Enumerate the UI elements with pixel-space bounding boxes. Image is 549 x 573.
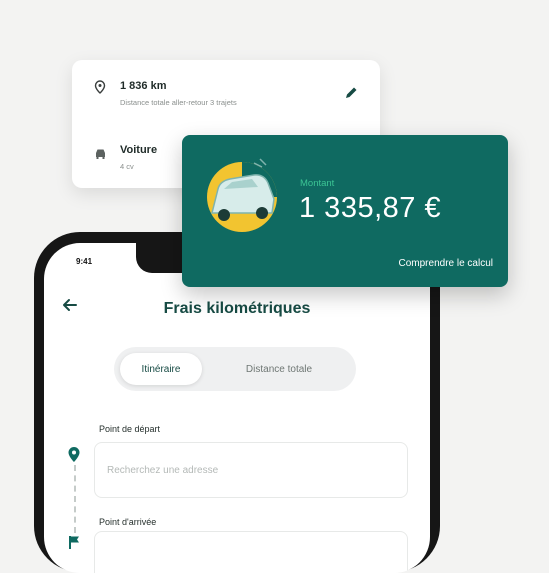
- tab-distance-totale[interactable]: Distance totale: [214, 353, 344, 385]
- location-pin-icon: [88, 80, 112, 94]
- start-address-input[interactable]: [94, 442, 408, 498]
- car-coin-illustration-icon: [202, 155, 284, 238]
- distance-row: 1 836 km Distance totale aller-retour 3 …: [72, 80, 380, 107]
- amount-label: Montant: [300, 178, 335, 189]
- edit-pencil-icon[interactable]: [344, 86, 358, 105]
- status-time: 9:41: [76, 257, 93, 266]
- route-connector: [74, 465, 76, 533]
- car-icon: [88, 148, 112, 159]
- tab-itineraire[interactable]: Itinéraire: [120, 353, 202, 385]
- start-address-field[interactable]: [95, 443, 407, 497]
- amount-card: Montant 1 335,87 € Comprendre le calcul: [182, 135, 508, 287]
- end-point-label: Point d'arrivée: [99, 517, 157, 527]
- mode-segmented-control: Itinéraire Distance totale: [114, 347, 356, 391]
- distance-value: 1 836 km: [120, 80, 167, 92]
- phone-screen: 9:41 Frais kilométriques Itinéraire Dist…: [44, 243, 430, 573]
- page-title: Frais kilométriques: [163, 300, 311, 317]
- flag-icon: [68, 535, 82, 554]
- end-address-input[interactable]: [94, 531, 408, 573]
- amount-value: 1 335,87 €: [299, 192, 442, 224]
- start-point-label: Point de départ: [99, 424, 161, 434]
- explain-calculation-link[interactable]: Comprendre le calcul: [399, 258, 494, 269]
- distance-description: Distance totale aller-retour 3 trajets: [120, 98, 237, 107]
